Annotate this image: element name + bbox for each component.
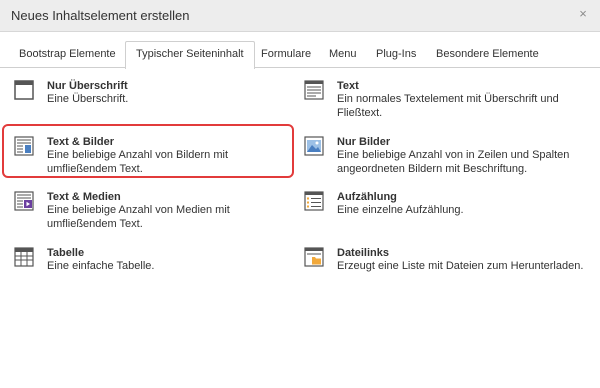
element-description: Erzeugt eine Liste mit Dateien zum Herun… [337, 260, 584, 272]
image-icon [304, 136, 324, 156]
element-description: Eine beliebige Anzahl von in Zeilen und … [337, 149, 570, 175]
file-links-icon [304, 247, 324, 267]
text-media-icon [14, 191, 34, 211]
element-text[interactable]: Text Ein normales Textelement mit Übersc… [295, 80, 565, 128]
element-dateilinks[interactable]: Dateilinks Erzeugt eine Liste mit Dateie… [295, 247, 583, 295]
table-icon [14, 247, 34, 267]
tab-besondere-elemente[interactable]: Besondere Elemente [425, 41, 550, 68]
element-description: Eine einzelne Aufzählung. [337, 204, 464, 216]
element-nur-bilder[interactable]: Nur Bilder Eine beliebige Anzahl von in … [295, 136, 569, 184]
list-icon [304, 191, 324, 211]
new-content-element-dialog: Neues Inhaltselement erstellen × Bootstr… [0, 0, 600, 388]
element-text-bilder[interactable]: Text & Bilder Eine beliebige Anzahl von … [5, 136, 275, 184]
element-description: Eine Überschrift. [47, 93, 129, 105]
text-icon [304, 80, 324, 100]
element-aufzaehlung[interactable]: Aufzählung Eine einzelne Aufzählung. [295, 191, 565, 239]
tab-bootstrap-elemente[interactable]: Bootstrap Elemente [8, 41, 127, 68]
header-icon [14, 80, 34, 100]
tab-typischer-seiteninhalt[interactable]: Typischer Seiteninhalt [125, 41, 255, 69]
element-title: Text & Bilder [47, 136, 115, 148]
element-tabelle[interactable]: Tabelle Eine einfache Tabelle. [5, 247, 275, 295]
tab-bar: Bootstrap Elemente Typischer Seiteninhal… [0, 41, 600, 69]
element-description: Ein normales Textelement mit Überschrift… [337, 93, 559, 119]
tab-formulare[interactable]: Formulare [250, 41, 322, 68]
element-title: Text & Medien [47, 191, 121, 203]
element-description: Eine einfache Tabelle. [47, 260, 155, 272]
element-title: Nur Überschrift [47, 80, 128, 92]
element-nur-ueberschrift[interactable]: Nur Überschrift Eine Überschrift. [5, 80, 275, 128]
element-title: Nur Bilder [337, 136, 391, 148]
element-title: Aufzählung [337, 191, 397, 203]
dialog-header: Neues Inhaltselement erstellen × [0, 0, 600, 32]
element-text-medien[interactable]: Text & Medien Eine beliebige Anzahl von … [5, 191, 275, 239]
close-icon[interactable]: × [576, 7, 590, 21]
text-image-icon [14, 136, 34, 156]
element-description: Eine beliebige Anzahl von Bildern mit um… [47, 149, 229, 175]
element-description: Eine beliebige Anzahl von Medien mit umf… [47, 204, 230, 230]
tab-menu[interactable]: Menu [318, 41, 368, 68]
element-title: Dateilinks [337, 247, 389, 259]
tab-plug-ins[interactable]: Plug-Ins [365, 41, 427, 68]
dialog-title: Neues Inhaltselement erstellen [11, 8, 190, 23]
element-title: Text [337, 80, 359, 92]
element-title: Tabelle [47, 247, 85, 259]
